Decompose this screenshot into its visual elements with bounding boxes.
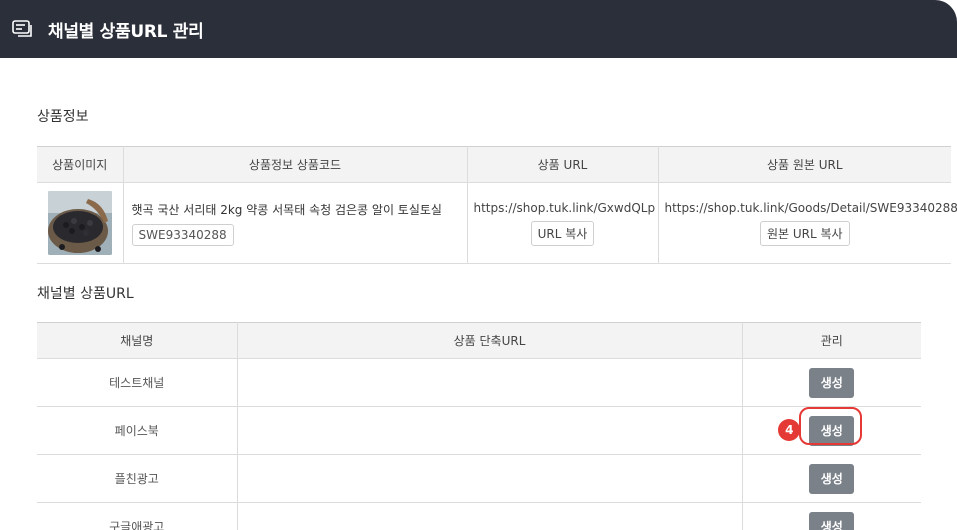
header-product-url: 상품 URL: [467, 146, 659, 183]
header-product-info-code: 상품정보 상품코드: [123, 146, 468, 183]
product-info-cell: 햇곡 국산 서리태 2kg 약콩 서목태 속청 검은콩 알이 토실토실 SWE9…: [123, 182, 468, 264]
product-name: 햇곡 국산 서리태 2kg 약콩 서목태 속청 검은콩 알이 토실토실: [131, 202, 442, 217]
window-title: 채널별 상품URL 관리: [48, 21, 204, 42]
short-url: [237, 358, 743, 407]
manage-cell: 생성: [742, 502, 921, 530]
product-url-text: https://shop.tuk.link/GxwdQLp: [473, 200, 656, 215]
manage-cell: 생성: [742, 358, 921, 407]
short-url: [237, 502, 743, 530]
product-url-cell: https://shop.tuk.link/GxwdQLp URL 복사: [467, 182, 659, 264]
table-row: 페이스북 4 생성: [37, 406, 921, 455]
table-row: 테스트채널 생성: [37, 358, 921, 407]
product-code-chip: SWE93340288: [131, 223, 234, 246]
short-url: [237, 406, 743, 455]
generate-button[interactable]: 생성: [809, 463, 855, 494]
channel-name: 구글애광고: [37, 502, 238, 530]
header-short-url: 상품 단축URL: [237, 322, 743, 359]
channel-header-row: 채널명 상품 단축URL 관리: [37, 322, 921, 359]
header-original-url: 상품 원본 URL: [658, 146, 951, 183]
original-url-cell: https://shop.tuk.link/Goods/Detail/SWE93…: [658, 182, 957, 264]
highlight-ring: [799, 406, 863, 445]
header-product-image: 상품이미지: [37, 146, 124, 183]
product-row: 햇곡 국산 서리태 2kg 약콩 서목태 속청 검은콩 알이 토실토실 SWE9…: [37, 182, 957, 264]
product-info-title: 상품정보: [37, 109, 89, 125]
channel-name: 페이스북: [37, 406, 238, 455]
product-image-cell: [37, 182, 124, 264]
highlighted-generate-wrapper: 4 생성: [778, 406, 863, 446]
generate-button[interactable]: 생성: [809, 367, 855, 398]
product-info-header-row: 상품이미지 상품정보 상품코드 상품 URL 상품 원본 URL: [37, 146, 951, 183]
generate-button[interactable]: 생성: [809, 511, 855, 530]
manage-cell: 생성: [742, 454, 921, 503]
table-row: 구글애광고 생성: [37, 502, 921, 530]
black-beans-photo: [47, 191, 112, 255]
step-badge: 4: [778, 418, 801, 441]
header-channel-name: 채널명: [37, 322, 238, 359]
original-url-text: https://shop.tuk.link/Goods/Detail/SWE93…: [664, 200, 957, 215]
channel-name: 테스트채널: [37, 358, 238, 407]
channel-url-table: 채널명 상품 단축URL 관리 테스트채널 생성 페이스북 4 생성 플친광고 …: [37, 322, 921, 530]
channel-name: 플친광고: [37, 454, 238, 503]
manage-cell: 4 생성: [742, 406, 921, 455]
table-row: 플친광고 생성: [37, 454, 921, 503]
window-list-icon: [12, 20, 34, 38]
header-manage: 관리: [742, 322, 921, 359]
window-titlebar: 채널별 상품URL 관리: [0, 0, 957, 58]
url-copy-button[interactable]: URL 복사: [530, 220, 595, 246]
channel-url-title: 채널별 상품URL: [37, 286, 134, 302]
product-info-table: 상품이미지 상품정보 상품코드 상품 URL 상품 원본 URL 햇곡 국산 서…: [37, 146, 957, 264]
original-url-copy-button[interactable]: 원본 URL 복사: [759, 220, 850, 246]
short-url: [237, 454, 743, 503]
